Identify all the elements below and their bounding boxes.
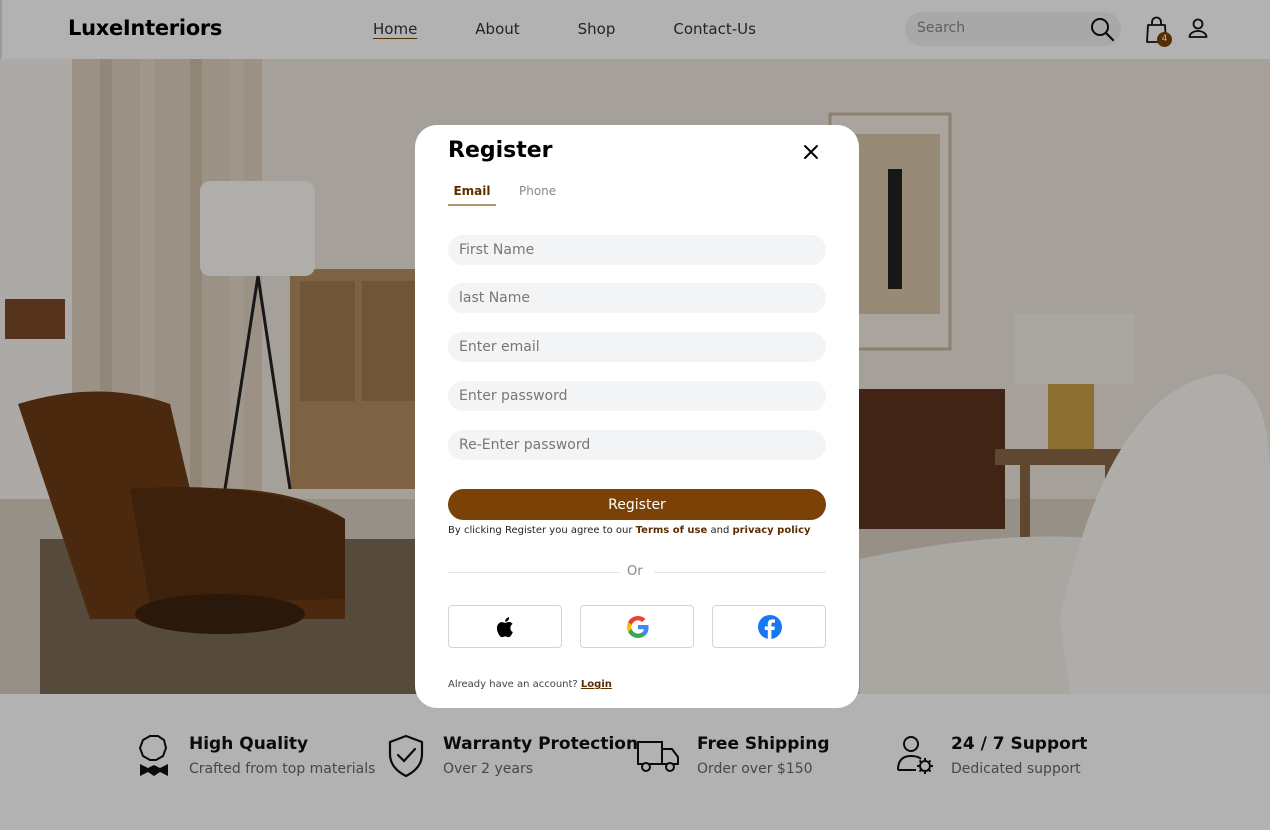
facebook-login-button[interactable] [712, 605, 826, 648]
register-modal: Register Email Phone Register By clickin… [415, 125, 859, 708]
first-name-field[interactable] [448, 235, 826, 265]
or-label: Or [627, 564, 643, 579]
google-icon [627, 616, 649, 638]
terms-prefix: By clicking Register you agree to our [448, 525, 636, 536]
terms-of-use-link[interactable]: Terms of use [636, 525, 708, 536]
apple-login-button[interactable] [448, 605, 562, 648]
modal-title: Register [448, 138, 553, 163]
confirm-password-field[interactable] [448, 430, 826, 460]
terms-notice: By clicking Register you agree to our Te… [448, 525, 811, 536]
google-login-button[interactable] [580, 605, 694, 648]
close-icon[interactable] [801, 142, 821, 162]
divider-line-left [448, 572, 620, 573]
divider-line-right [654, 572, 826, 573]
login-prompt: Already have an account? Login [448, 679, 612, 690]
last-name-field[interactable] [448, 283, 826, 313]
tab-email[interactable]: Email [448, 184, 496, 206]
or-divider: Or [448, 564, 826, 582]
password-field[interactable] [448, 381, 826, 411]
apple-icon [496, 617, 513, 638]
login-prompt-text: Already have an account? [448, 679, 581, 690]
terms-and: and [707, 525, 733, 536]
login-link[interactable]: Login [581, 679, 612, 690]
register-button[interactable]: Register [448, 489, 826, 520]
tab-phone[interactable]: Phone [519, 184, 556, 204]
facebook-icon [758, 615, 782, 639]
privacy-policy-link[interactable]: privacy policy [732, 525, 810, 536]
email-field[interactable] [448, 332, 826, 362]
